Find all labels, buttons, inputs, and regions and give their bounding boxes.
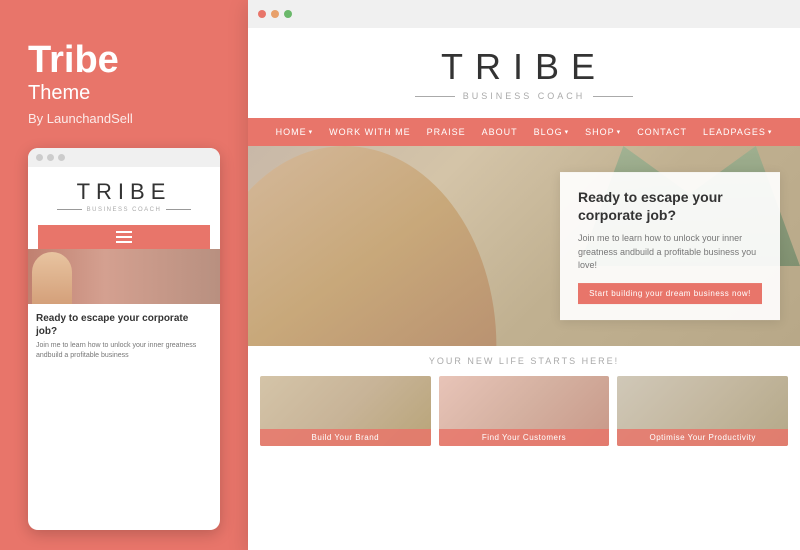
website-logo: TRIBE BUSINESS COACH xyxy=(248,46,800,101)
nav-leadpages[interactable]: LEADPAGES ▾ xyxy=(695,125,780,139)
feature-card-1[interactable]: Build Your Brand xyxy=(260,376,431,446)
nav-home[interactable]: HOME ▾ xyxy=(268,125,322,139)
mobile-preview: TRIBE BUSINESS COACH Ready to escape you… xyxy=(28,148,220,530)
mobile-browser-bar xyxy=(28,148,220,167)
nav-contact[interactable]: CONTACT xyxy=(629,125,695,139)
card2-label: Find Your Customers xyxy=(439,429,610,446)
nav-blog[interactable]: BLOG ▾ xyxy=(526,125,578,139)
nav-praise[interactable]: PRAISE xyxy=(419,125,474,139)
hero-cta-title: Ready to escape your corporate job? xyxy=(578,188,762,224)
nav-shop-chevron: ▾ xyxy=(617,128,622,136)
desktop-dot2 xyxy=(271,10,279,18)
nav-leadpages-chevron: ▾ xyxy=(768,128,773,136)
website-logo-divider: BUSINESS COACH xyxy=(248,91,800,101)
website-header: TRIBE BUSINESS COACH xyxy=(248,28,800,118)
website-nav: HOME ▾ WORK WITH ME PRAISE ABOUT BLOG ▾ … xyxy=(248,118,800,146)
hero-section: Ready to escape your corporate job? Join… xyxy=(248,146,800,346)
mobile-site-content: TRIBE BUSINESS COACH xyxy=(28,167,220,249)
mobile-cta: Ready to escape your corporate job? Join… xyxy=(28,304,220,369)
mobile-nav[interactable] xyxy=(38,225,210,249)
divider-left xyxy=(415,96,455,97)
divider-right xyxy=(166,209,191,210)
hero-cta-button[interactable]: Start building your dream business now! xyxy=(578,283,762,304)
mobile-hero-image xyxy=(28,249,220,304)
hamburger-icon xyxy=(116,231,132,243)
card1-label: Build Your Brand xyxy=(260,429,431,446)
desktop-dot3 xyxy=(284,10,292,18)
desktop-dot1 xyxy=(258,10,266,18)
logo-divider: BUSINESS COACH xyxy=(57,207,192,213)
hero-cta-text: Join me to learn how to unlock your inne… xyxy=(578,232,762,273)
divider-left xyxy=(57,209,82,210)
left-panel: Tribe Theme By LaunchandSell TRIBE BUSIN… xyxy=(0,0,248,550)
nav-about[interactable]: ABOUT xyxy=(474,125,526,139)
hamburger-line3 xyxy=(116,241,132,243)
feature-card-2[interactable]: Find Your Customers xyxy=(439,376,610,446)
theme-title: Tribe Theme xyxy=(28,40,220,111)
nav-shop[interactable]: SHOP ▾ xyxy=(577,125,629,139)
desktop-browser-bar xyxy=(248,0,800,28)
dot2 xyxy=(47,154,54,161)
hamburger-line2 xyxy=(116,236,132,238)
feature-card-3[interactable]: Optimise Your Productivity xyxy=(617,376,788,446)
nav-home-chevron: ▾ xyxy=(309,128,314,136)
hamburger-line1 xyxy=(116,231,132,233)
byline: By LaunchandSell xyxy=(28,111,220,126)
divider-right xyxy=(593,96,633,97)
nav-blog-chevron: ▾ xyxy=(565,128,570,136)
hero-cta-box: Ready to escape your corporate job? Join… xyxy=(560,172,780,320)
desktop-browser: TRIBE BUSINESS COACH HOME ▾ WORK WITH ME… xyxy=(248,0,800,550)
nav-workwithme[interactable]: WORK WITH ME xyxy=(321,125,419,139)
card3-label: Optimise Your Productivity xyxy=(617,429,788,446)
feature-cards: Build Your Brand Find Your Customers Opt… xyxy=(260,376,788,446)
bottom-section: YOUR NEW LIFE STARTS HERE! Build Your Br… xyxy=(248,346,800,458)
dot3 xyxy=(58,154,65,161)
mobile-hero-person xyxy=(32,252,72,304)
mobile-logo: TRIBE BUSINESS COACH xyxy=(57,179,192,215)
right-panel: TRIBE BUSINESS COACH HOME ▾ WORK WITH ME… xyxy=(248,0,800,550)
dot1 xyxy=(36,154,43,161)
bottom-tagline: YOUR NEW LIFE STARTS HERE! xyxy=(260,356,788,366)
